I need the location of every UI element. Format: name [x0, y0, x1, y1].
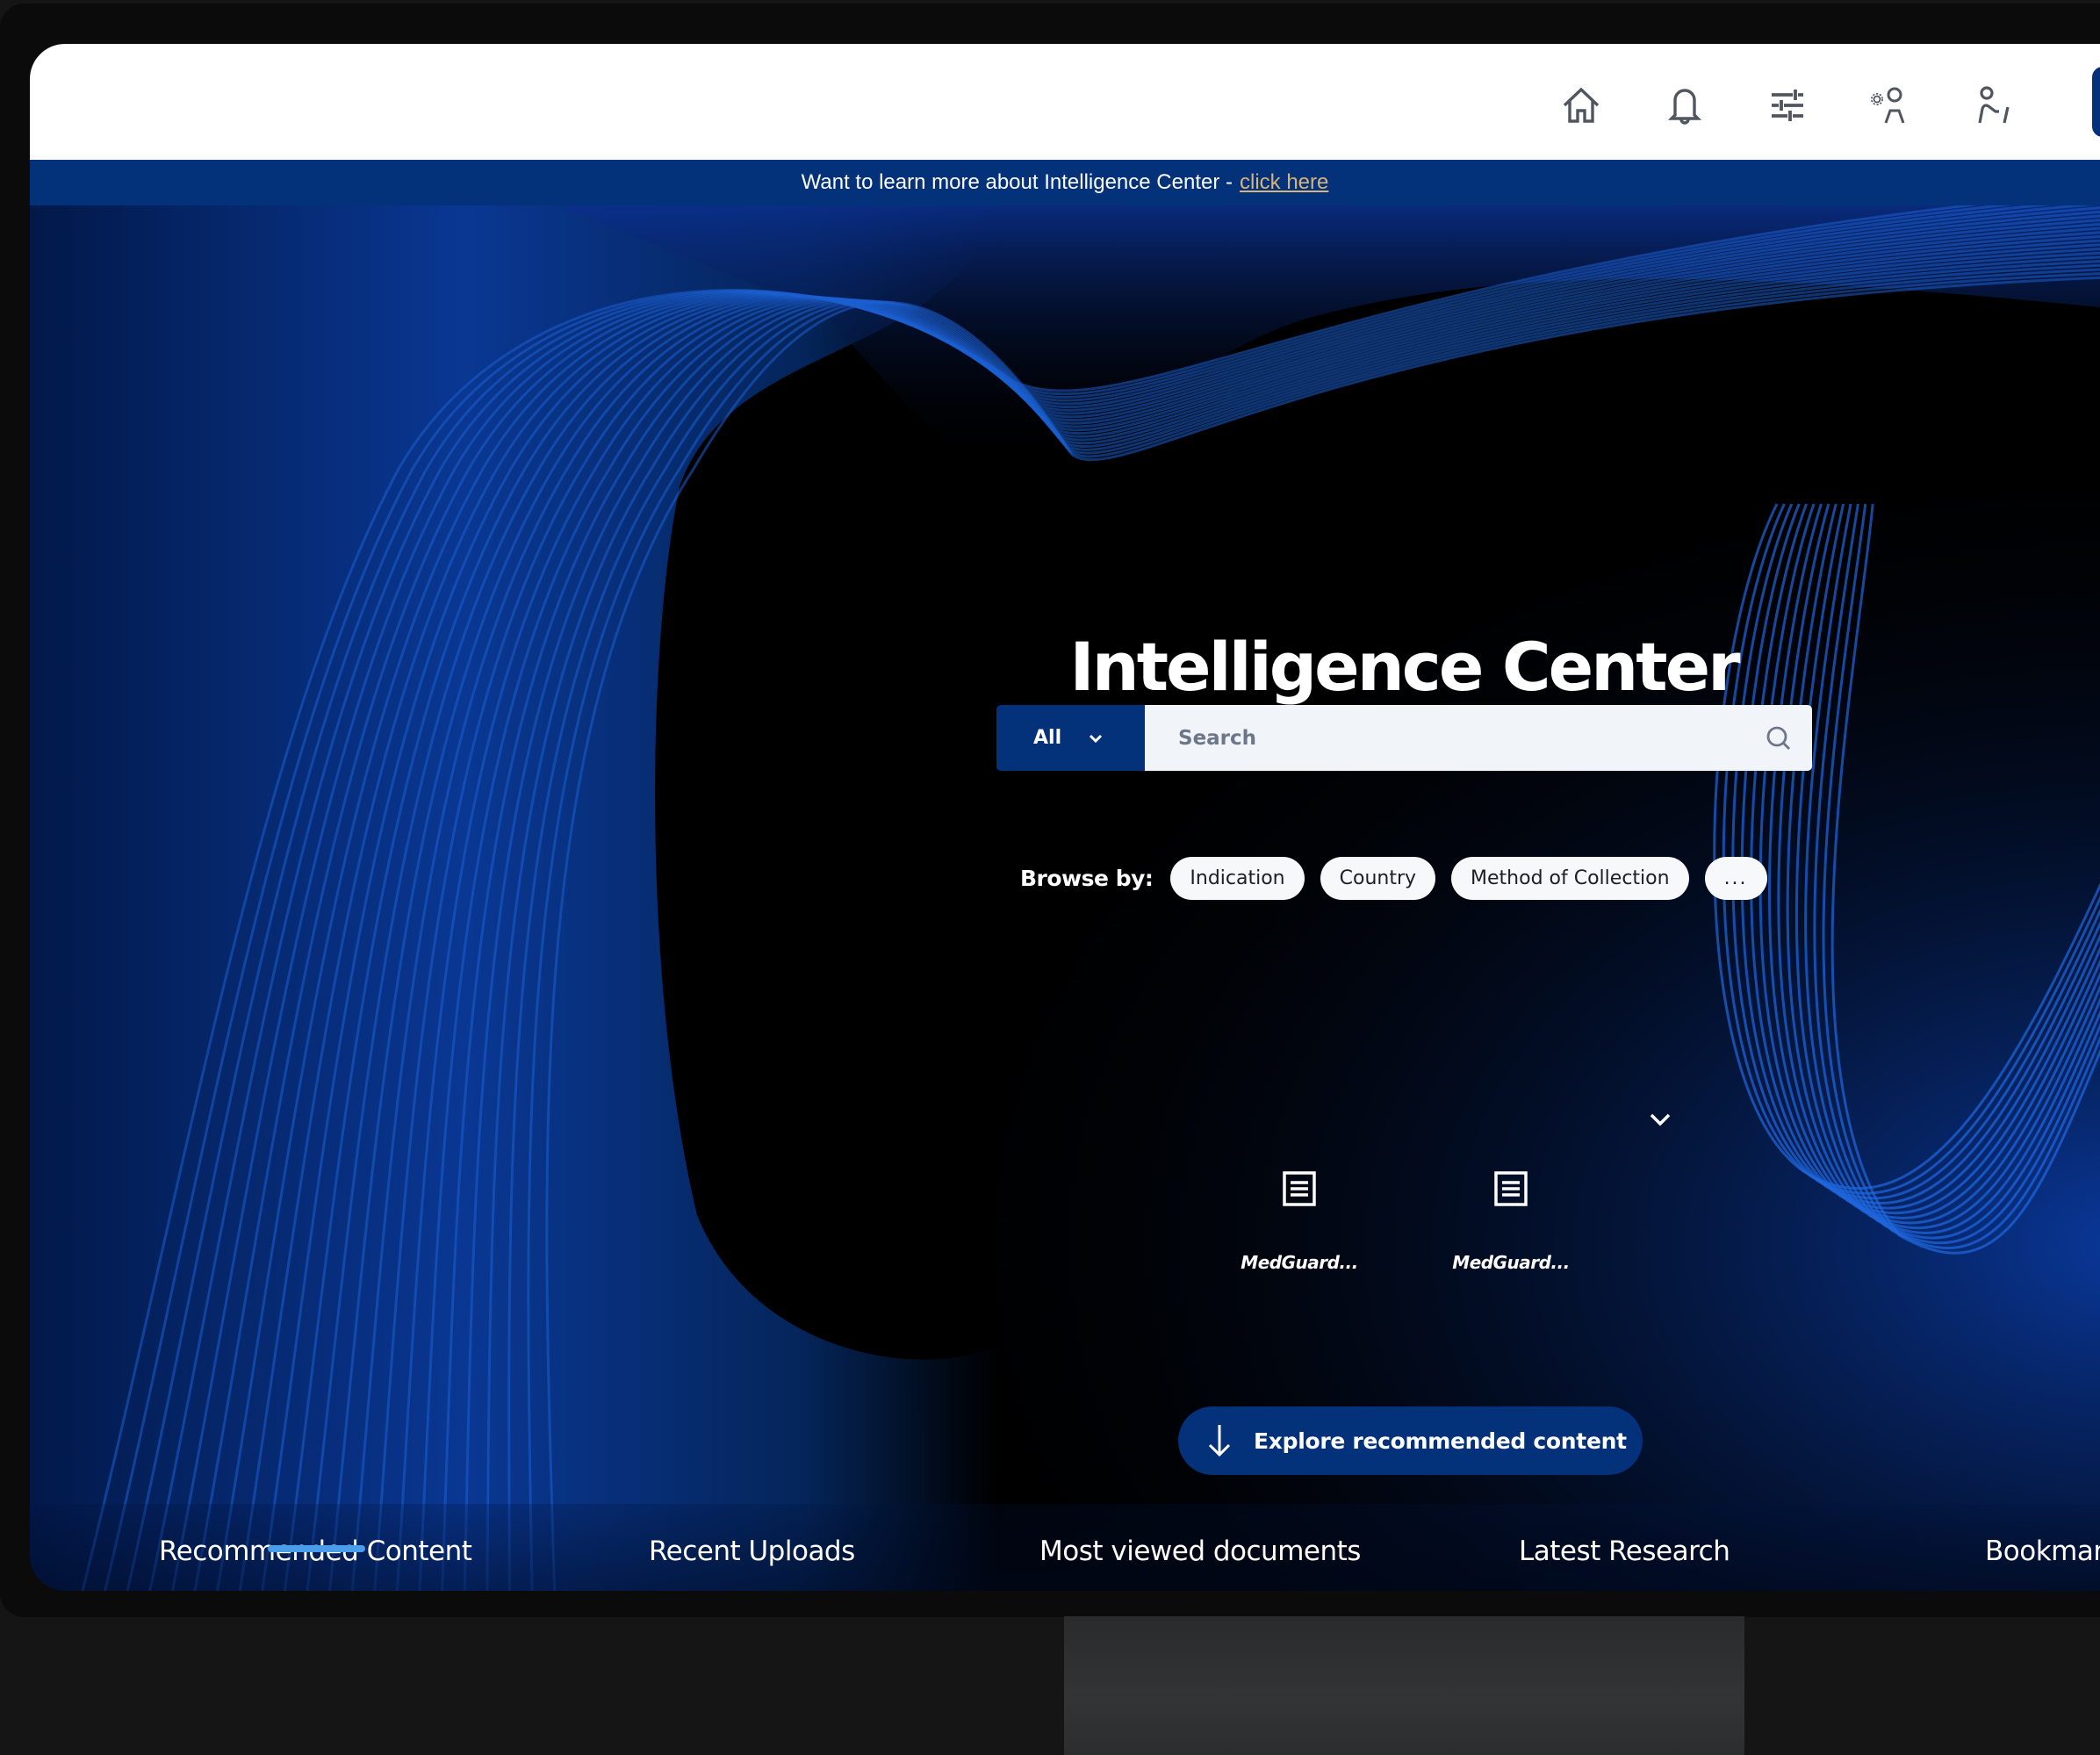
search-icon[interactable] [1765, 724, 1793, 752]
browse-by-label: Browse by: [1020, 865, 1154, 891]
explore-recommended-button[interactable]: Explore recommended content [1178, 1406, 1643, 1475]
app-screen: Want to learn more about Intelligence Ce… [30, 44, 2100, 1591]
monitor-stand [1064, 1616, 1744, 1755]
chip-method-of-collection[interactable]: Method of Collection [1451, 856, 1689, 900]
page-title: Intelligence Center [1069, 628, 1740, 706]
chip-more[interactable]: ... [1704, 856, 1767, 900]
sliders-icon[interactable] [1766, 84, 1809, 126]
tab-recent-uploads[interactable]: Recent Uploads [649, 1536, 855, 1567]
active-tab-indicator [268, 1545, 365, 1552]
account-menu-button[interactable] [2092, 67, 2100, 137]
chevron-down-icon [1090, 734, 1103, 743]
top-navbar [30, 44, 2100, 160]
user-edit-icon[interactable] [1973, 84, 2015, 126]
document-title: MedGuard... [1241, 1252, 1358, 1273]
document-title: MedGuard... [1452, 1252, 1570, 1273]
hero-section: Intelligence Center All Browse by: Indic… [30, 205, 2100, 1591]
banner-text: Want to learn more about Intelligence Ce… [801, 170, 1233, 194]
search-input[interactable] [1145, 705, 1812, 771]
chevron-down-icon[interactable] [1647, 1110, 1673, 1129]
home-icon[interactable] [1560, 84, 1602, 126]
document-card[interactable]: MedGuard... [1220, 1171, 1378, 1273]
search-bar: All [996, 705, 1812, 771]
info-banner: Want to learn more about Intelligence Ce… [30, 160, 2100, 205]
tab-latest-research[interactable]: Latest Research [1519, 1536, 1730, 1567]
user-settings-icon[interactable] [1867, 84, 1909, 126]
search-scope-dropdown[interactable]: All [996, 705, 1145, 771]
bell-icon[interactable] [1664, 84, 1706, 126]
arrow-down-icon [1208, 1425, 1231, 1457]
explore-label: Explore recommended content [1254, 1428, 1627, 1454]
document-card[interactable]: MedGuard... [1432, 1171, 1590, 1273]
search-scope-value: All [1033, 727, 1062, 749]
chip-indication[interactable]: Indication [1170, 856, 1305, 900]
tab-most-viewed-documents[interactable]: Most viewed documents [1039, 1536, 1361, 1567]
document-icon [1494, 1171, 1528, 1206]
banner-link[interactable]: click here [1240, 170, 1328, 195]
chip-country[interactable]: Country [1320, 856, 1436, 900]
search-field [1145, 705, 1812, 771]
browse-by-row: Browse by: Indication Country Method of … [1020, 856, 1783, 900]
document-icon [1283, 1171, 1316, 1206]
tab-bookmarks[interactable]: Bookmarks [1985, 1536, 2100, 1567]
